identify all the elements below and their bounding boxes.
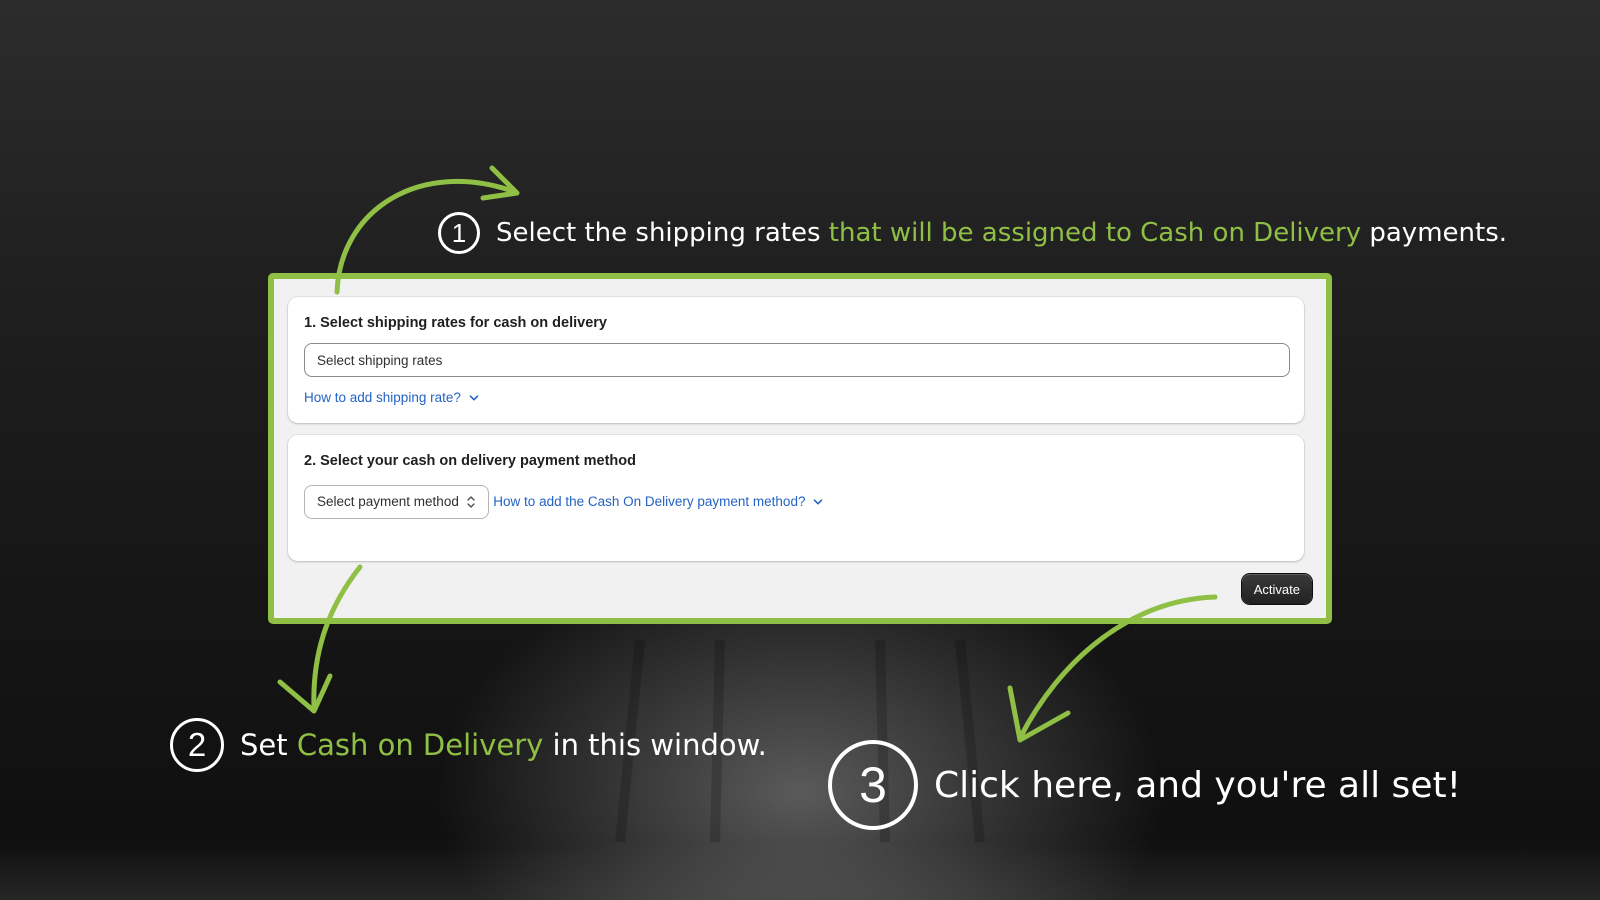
select-updown-icon — [467, 495, 475, 508]
step-2-number: 2 — [170, 718, 224, 772]
chevron-down-icon — [814, 498, 823, 504]
step-1-highlight: that will be assigned to Cash on Deliver… — [828, 218, 1362, 248]
activate-button[interactable]: Activate — [1241, 574, 1312, 604]
payment-method-help-link[interactable]: How to add the Cash On Delivery payment … — [493, 494, 824, 509]
step-3-text: Click here, and you're all set! — [934, 764, 1462, 806]
step-1-caption: 1 Select the shipping rates that will be… — [438, 212, 1507, 254]
arrow-head-step-1-icon — [480, 165, 520, 201]
arrow-head-step-3-icon — [1007, 685, 1071, 743]
step-3-caption: 3 Click here, and you're all set! — [828, 740, 1461, 830]
payment-method-title: 2. Select your cash on delivery payment … — [304, 453, 636, 469]
payment-method-select[interactable]: Select payment method — [304, 484, 489, 519]
payment-method-card: 2. Select your cash on delivery payment … — [288, 435, 1304, 561]
step-2-highlight: Cash on Delivery — [296, 728, 544, 762]
shipping-rates-input[interactable] — [304, 343, 1290, 377]
step-2-text: Set Cash on Delivery in this window. — [240, 728, 767, 762]
payment-method-help-label: How to add the Cash On Delivery payment … — [493, 494, 806, 509]
step-3-number: 3 — [828, 740, 918, 830]
shipping-rate-help-label: How to add shipping rate? — [304, 390, 461, 405]
arrow-head-step-2-icon — [277, 673, 333, 714]
cod-settings-panel: 1. Select shipping rates for cash on del… — [268, 273, 1332, 624]
step-1-number: 1 — [438, 212, 480, 254]
shipping-rate-help-link[interactable]: How to add shipping rate? — [304, 390, 480, 405]
shipping-rates-title: 1. Select shipping rates for cash on del… — [304, 315, 607, 331]
shipping-rates-card: 1. Select shipping rates for cash on del… — [288, 297, 1304, 423]
step-2-caption: 2 Set Cash on Delivery in this window. — [170, 718, 767, 772]
step-1-text: Select the shipping rates that will be a… — [496, 218, 1508, 248]
payment-method-select-value: Select payment method — [317, 494, 459, 509]
chevron-down-icon — [469, 394, 479, 400]
